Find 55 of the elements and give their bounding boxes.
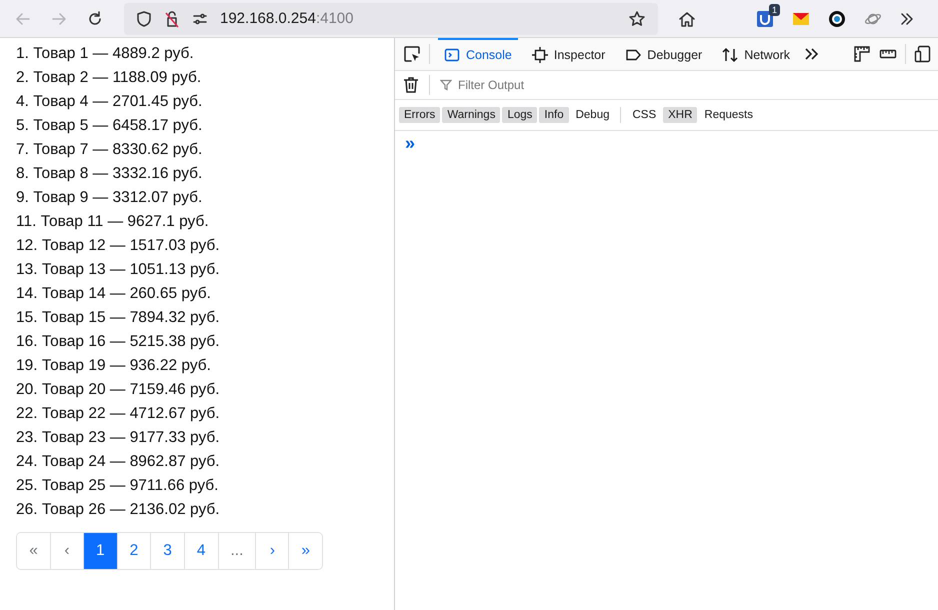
- home-icon[interactable]: [678, 10, 696, 28]
- funnel-icon: [440, 79, 452, 91]
- filter-toggle[interactable]: XHR: [663, 107, 698, 123]
- star-icon[interactable]: [628, 10, 646, 28]
- list-item: 9. Товар 9 — 3312.07 руб.: [16, 188, 204, 208]
- list-item: 25. Товар 25 — 9711.66 руб.: [16, 476, 220, 496]
- shield-icon[interactable]: [136, 10, 152, 28]
- unlocked-padlock-icon[interactable]: [164, 10, 180, 28]
- trash-icon[interactable]: [403, 76, 419, 94]
- responsive-design-icon[interactable]: [914, 45, 932, 63]
- page-link[interactable]: 1: [83, 533, 117, 569]
- list-item: 7. Товар 7 — 8330.62 руб.: [16, 140, 204, 160]
- list-item: 1. Товар 1 — 4889.2 руб.: [16, 44, 195, 64]
- devtools-tab[interactable]: Debugger: [619, 38, 708, 70]
- list-item: 8. Товар 8 — 3332.16 руб.: [16, 164, 204, 184]
- arrows-icon: [722, 47, 738, 63]
- devtools-tab[interactable]: Network: [716, 38, 796, 70]
- list-item: 11. Товар 11 — 9627.1 руб.: [16, 212, 210, 232]
- list-item: 13. Товар 13 — 1051.13 руб.: [16, 260, 221, 280]
- filter-toggle[interactable]: Debug: [570, 107, 614, 123]
- list-item: 2. Товар 2 — 1188.09 руб.: [16, 68, 202, 88]
- address-bar[interactable]: 192.168.0.254:4100: [124, 2, 658, 34]
- eye-icon[interactable]: [828, 10, 846, 28]
- filter-toggle[interactable]: Errors: [399, 107, 440, 123]
- filter-toggle[interactable]: Warnings: [442, 107, 500, 123]
- page-link[interactable]: »: [288, 533, 322, 569]
- list-item: 14. Товар 14 — 260.65 руб.: [16, 284, 212, 304]
- list-item: 26. Товар 26 — 2136.02 руб.: [16, 500, 221, 520]
- list-item: 19. Товар 19 — 936.22 руб.: [16, 356, 212, 376]
- list-item: 16. Товар 16 — 5215.38 руб.: [16, 332, 221, 352]
- console-icon: [444, 47, 460, 63]
- console-prompt[interactable]: »: [405, 133, 416, 153]
- chevrons-icon[interactable]: [804, 46, 820, 62]
- url-text: 192.168.0.254:4100: [220, 10, 354, 27]
- list-item: 22. Товар 22 — 4712.67 руб.: [16, 404, 221, 424]
- element-picker-icon[interactable]: [403, 45, 421, 63]
- debugger-icon: [625, 47, 642, 63]
- list-item: 23. Товар 23 — 9177.33 руб.: [16, 428, 221, 448]
- filter-toggle[interactable]: Requests: [699, 107, 758, 123]
- list-item: 4. Товар 4 — 2701.45 руб.: [16, 92, 204, 112]
- shield-extension-icon[interactable]: [756, 10, 774, 28]
- filter-toggle[interactable]: Logs: [502, 107, 538, 123]
- inspector-icon: [532, 47, 548, 63]
- list-item: 24. Товар 24 — 8962.87 руб.: [16, 452, 221, 472]
- devtools-tab[interactable]: Console: [438, 38, 518, 70]
- list-item: 15. Товар 15 — 7894.32 руб.: [16, 308, 221, 328]
- list-item: 20. Товар 20 — 7159.46 руб.: [16, 380, 221, 400]
- filter-toggle[interactable]: Info: [539, 107, 569, 123]
- devtools-tab[interactable]: Inspector: [526, 38, 612, 70]
- filter-field[interactable]: Filter Output: [456, 77, 660, 93]
- list-item: 12. Товар 12 — 1517.03 руб.: [16, 236, 221, 256]
- rulers-icon[interactable]: [853, 45, 871, 63]
- notification-badge: 1: [768, 4, 780, 16]
- list-item: 5. Товар 5 — 6458.17 руб.: [16, 116, 204, 136]
- filter-toggle[interactable]: CSS: [627, 107, 662, 123]
